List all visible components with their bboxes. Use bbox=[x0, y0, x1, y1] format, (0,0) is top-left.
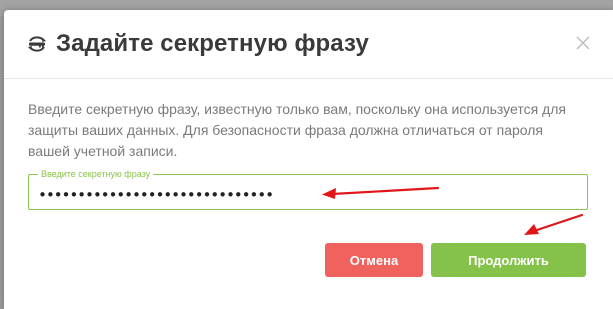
secret-phrase-input[interactable] bbox=[29, 175, 587, 209]
dialog-header: Задайте секретную фразу bbox=[26, 30, 369, 58]
continue-button[interactable]: Продолжить bbox=[431, 243, 586, 277]
dialog-title: Задайте секретную фразу bbox=[56, 30, 369, 57]
close-icon[interactable] bbox=[575, 35, 591, 51]
cancel-button[interactable]: Отмена bbox=[325, 243, 423, 277]
dialog-description: Введите секретную фразу, известную тольк… bbox=[28, 101, 566, 159]
secret-phrase-field: Введите секретную фразу bbox=[28, 168, 588, 210]
header-divider bbox=[4, 78, 613, 79]
key-cycle-icon bbox=[28, 36, 46, 52]
secret-phrase-dialog: Задайте секретную фразу Введите секретну… bbox=[4, 10, 613, 309]
